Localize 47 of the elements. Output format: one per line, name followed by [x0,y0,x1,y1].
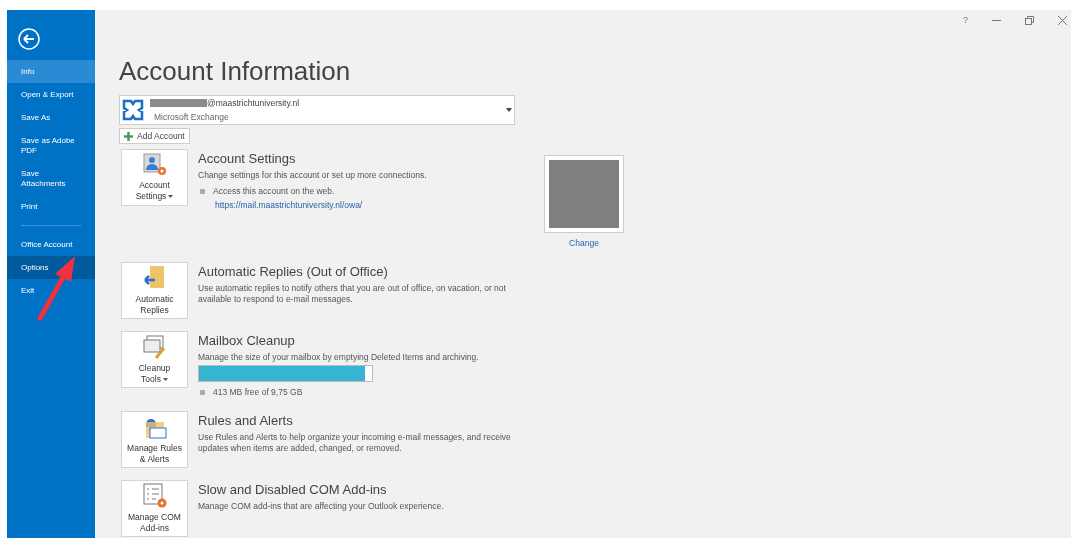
sidebar-item[interactable]: Office Account [7,233,95,256]
envelopes-brush-icon [141,333,168,360]
section-button[interactable]: Cleanup Tools [121,330,188,388]
section-heading: Rules and Alerts [198,412,294,429]
account-selector[interactable]: @maastrichtuniversity.nl Microsoft Exchange [119,95,515,125]
section-description: Use automatic replies to notify others that you are out of office, on vacation, or not available to respond to e-mail messages. [198,282,507,305]
exchange-logo-icon [122,99,144,121]
web-link[interactable]: https://mail.maastrichtuniversity.nl/owa/ [215,198,518,212]
section-description: Change settings for this account or set up more connections. [198,170,428,181]
section-heading: Slow and Disabled COM Add-ins [198,481,388,498]
add-account-button[interactable]: Add Account [119,128,190,144]
section-button[interactable]: Automatic Replies [121,261,188,319]
bullet-icon [200,389,205,395]
section-heading: Account Settings [198,151,297,167]
caret-icon [168,195,174,199]
bullet-icon [200,188,205,194]
section-description: Manage COM add-ins that are affecting your Outlook experience. [198,500,445,512]
section-description: Manage the size of your mailbox by emptying Deleted Items and archiving. [198,351,480,363]
dropdown-caret-icon [506,108,512,112]
plus-icon [124,131,133,141]
sidebar-item[interactable]: Save Attachments [7,162,95,195]
help-button[interactable]: ? [963,14,968,28]
sidebar-item[interactable]: Open & Export [7,83,95,106]
sidebar-item[interactable]: Info [7,60,95,83]
page-title: Account Information [119,56,352,86]
sidebar-item[interactable]: Exit [7,279,95,302]
bullet-text: 413 MB free of 9,75 GB [213,385,303,399]
person-gear-icon [141,153,168,177]
section-button[interactable]: Manage Rules & Alerts [121,410,188,468]
caret-icon [162,378,168,381]
sidebar-item[interactable]: Print [7,195,95,218]
account-email: @maastrichtuniversity.nl [207,96,300,110]
section-description: Use Rules and Alerts to help organize your incoming e-mail messages, and receive updates when items are added, changed, or removed. [198,431,512,454]
section-button[interactable]: Account Settings [121,149,188,206]
checklist-gear-icon [141,482,168,509]
sidebar-item[interactable]: Save As [7,106,95,129]
section-heading: Automatic Replies (Out of Office) [198,263,389,280]
redaction-bar [150,99,207,108]
restore-icon[interactable] [1025,16,1034,26]
change-photo-link[interactable]: Change [569,237,599,250]
account-type: Microsoft Exchange [154,110,230,124]
close-icon[interactable] [1058,16,1067,26]
door-arrow-icon [142,264,167,291]
section-heading: Mailbox Cleanup [198,332,296,349]
bullet-text: Access this account on the web. [213,185,335,198]
section-button[interactable]: Manage COM Add-ins [121,479,188,537]
sidebar-item[interactable]: Save as Adobe PDF [7,129,95,162]
